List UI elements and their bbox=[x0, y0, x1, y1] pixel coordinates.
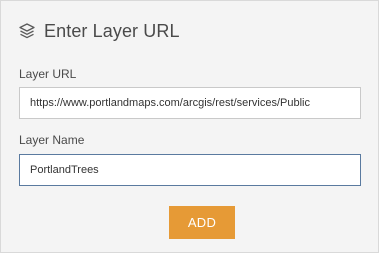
layers-icon bbox=[18, 22, 36, 40]
panel-title: Enter Layer URL bbox=[44, 20, 180, 41]
layer-name-input[interactable] bbox=[19, 154, 361, 186]
add-button[interactable]: ADD bbox=[169, 206, 235, 239]
layer-url-label: Layer URL bbox=[19, 67, 77, 81]
add-layer-panel: Enter Layer URL Layer URL Layer Name ADD bbox=[0, 0, 379, 253]
layer-url-input[interactable] bbox=[19, 87, 361, 119]
layer-name-label: Layer Name bbox=[19, 133, 85, 147]
panel-header: Enter Layer URL bbox=[18, 18, 180, 44]
